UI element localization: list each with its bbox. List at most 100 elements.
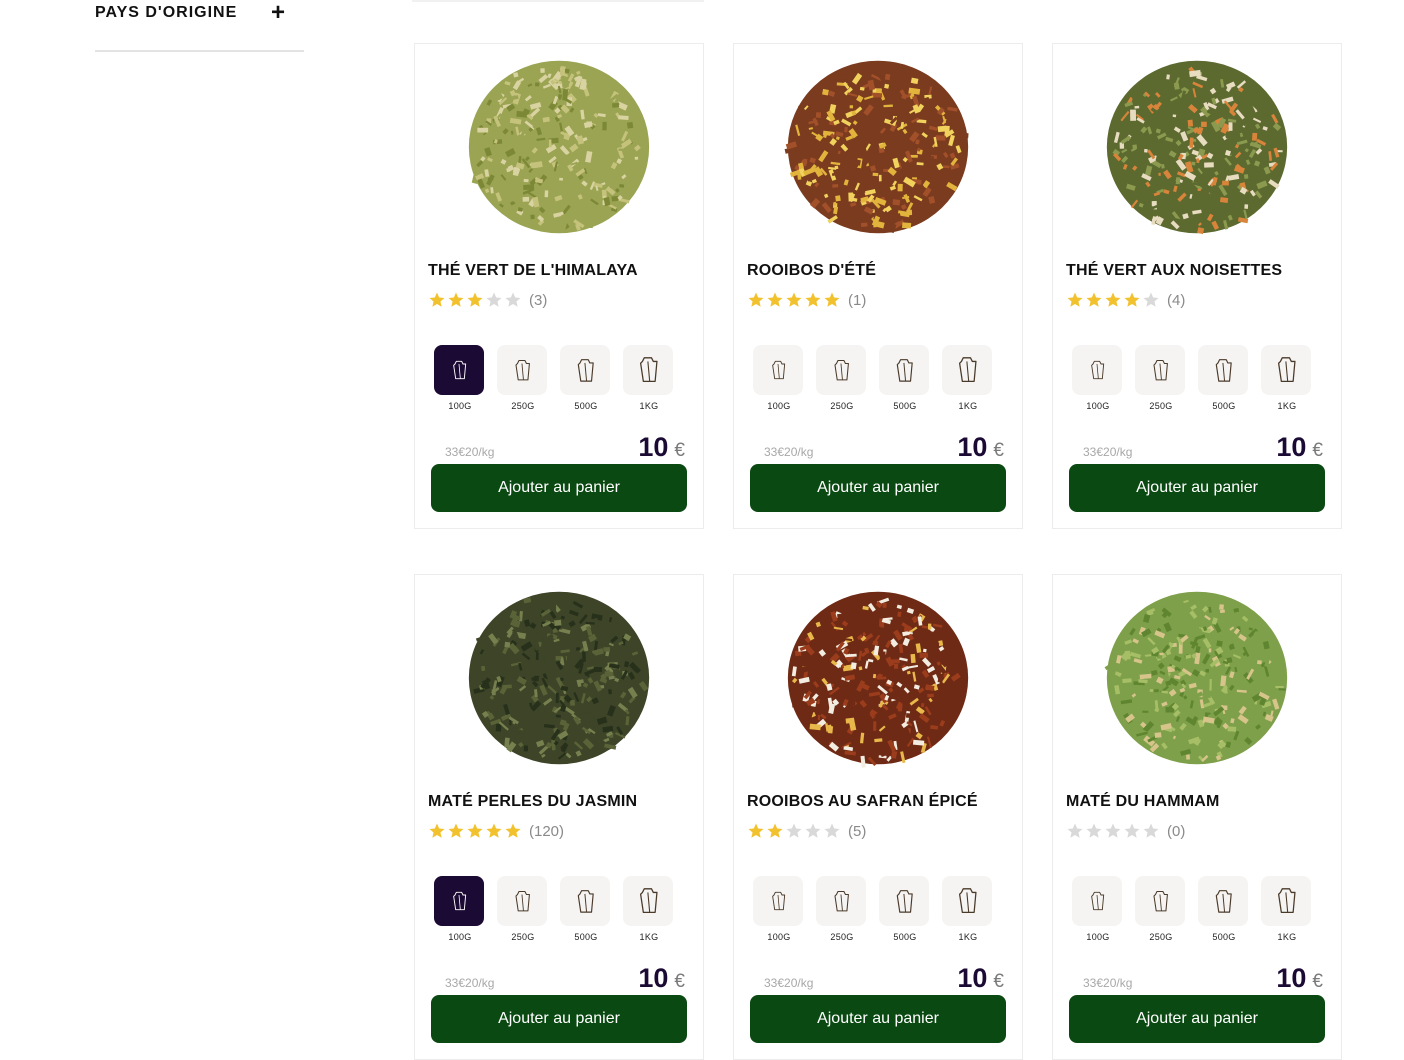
- origin-filter: PAYS D'ORIGINE +: [95, 0, 304, 52]
- product-name[interactable]: MATÉ DU HAMMAM: [1066, 793, 1341, 811]
- size-option[interactable]: 500G: [879, 345, 931, 411]
- size-option-box[interactable]: [623, 876, 673, 926]
- plus-icon[interactable]: +: [266, 1, 290, 25]
- size-option-box[interactable]: [1072, 345, 1122, 395]
- size-option[interactable]: 1KG: [942, 345, 994, 411]
- product-card: THÉ VERT DE L'HIMALAYA (3) 100G 250G 500G 1KG…: [414, 43, 704, 529]
- size-option-box[interactable]: [879, 345, 929, 395]
- product-name[interactable]: ROOIBOS D'ÉTÉ: [747, 262, 1022, 280]
- size-option-box[interactable]: [816, 345, 866, 395]
- size-option-box[interactable]: [1198, 876, 1248, 926]
- origin-filter-toggle[interactable]: PAYS D'ORIGINE +: [95, 0, 304, 26]
- size-option[interactable]: 500G: [1198, 345, 1250, 411]
- size-label: 100G: [767, 401, 791, 411]
- size-option-box[interactable]: [879, 876, 929, 926]
- price-currency: €: [993, 440, 1004, 461]
- product-name[interactable]: MATÉ PERLES DU JASMIN: [428, 793, 703, 811]
- star-icon: [805, 823, 821, 838]
- add-to-cart-button[interactable]: Ajouter au panier: [750, 995, 1006, 1043]
- tea-bag-icon: [453, 891, 467, 911]
- size-option-box[interactable]: [1072, 876, 1122, 926]
- add-to-cart-button[interactable]: Ajouter au panier: [431, 464, 687, 512]
- size-label: 1KG: [958, 401, 978, 411]
- product-name[interactable]: THÉ VERT AUX NOISETTES: [1066, 262, 1341, 280]
- size-label: 100G: [448, 932, 472, 942]
- star-icon: [805, 292, 821, 307]
- add-to-cart-button[interactable]: Ajouter au panier: [431, 995, 687, 1043]
- origin-filter-title: PAYS D'ORIGINE: [95, 4, 238, 21]
- size-label: 100G: [1086, 401, 1110, 411]
- product-image[interactable]: [734, 575, 1022, 781]
- price-row: 33€20/kg 10 €: [445, 962, 685, 994]
- size-option-box[interactable]: [753, 345, 803, 395]
- size-option-box[interactable]: [1135, 876, 1185, 926]
- size-option[interactable]: 500G: [560, 345, 612, 411]
- product-name[interactable]: ROOIBOS AU SAFRAN ÉPICÉ: [747, 793, 1022, 811]
- price-value: 10: [957, 963, 988, 993]
- size-option-box[interactable]: [434, 345, 484, 395]
- star-icon: [448, 823, 464, 838]
- product-image[interactable]: [1053, 575, 1341, 781]
- tea-leaves-image: [1106, 60, 1288, 235]
- star-icon: [824, 823, 840, 838]
- size-option-box[interactable]: [560, 345, 610, 395]
- add-to-cart-button[interactable]: Ajouter au panier: [1069, 995, 1325, 1043]
- size-option-box[interactable]: [1198, 345, 1248, 395]
- tea-bag-icon: [896, 358, 913, 382]
- product-card: THÉ VERT AUX NOISETTES (4) 100G 250G 500G 1KG…: [1052, 43, 1342, 529]
- size-option[interactable]: 100G: [434, 876, 486, 942]
- size-option[interactable]: 500G: [1198, 876, 1250, 942]
- size-option[interactable]: 500G: [560, 876, 612, 942]
- size-option[interactable]: 250G: [497, 876, 549, 942]
- size-selector: 100G 250G 500G 1KG: [434, 876, 703, 942]
- size-option[interactable]: 1KG: [1261, 345, 1313, 411]
- size-option[interactable]: 250G: [1135, 876, 1187, 942]
- star-icon: [1105, 292, 1121, 307]
- add-to-cart-button[interactable]: Ajouter au panier: [750, 464, 1006, 512]
- star-icon: [1143, 823, 1159, 838]
- size-option-box[interactable]: [753, 876, 803, 926]
- size-option[interactable]: 100G: [434, 345, 486, 411]
- size-option-box[interactable]: [1135, 345, 1185, 395]
- size-option[interactable]: 250G: [1135, 345, 1187, 411]
- size-option[interactable]: 1KG: [1261, 876, 1313, 942]
- size-option[interactable]: 100G: [753, 876, 805, 942]
- size-option-box[interactable]: [497, 345, 547, 395]
- tea-bag-icon: [772, 891, 786, 911]
- price: 10 €: [957, 432, 1004, 463]
- size-option-box[interactable]: [434, 876, 484, 926]
- size-option[interactable]: 1KG: [623, 876, 675, 942]
- size-selector: 100G 250G 500G 1KG: [434, 345, 703, 411]
- product-image[interactable]: [415, 575, 703, 781]
- tea-leaves-image: [468, 60, 650, 234]
- size-option-box[interactable]: [1261, 876, 1311, 926]
- size-option-box[interactable]: [560, 876, 610, 926]
- size-label: 1KG: [958, 932, 978, 942]
- size-option-box[interactable]: [942, 345, 992, 395]
- size-option-box[interactable]: [942, 876, 992, 926]
- size-option[interactable]: 1KG: [623, 345, 675, 411]
- size-selector: 100G 250G 500G 1KG: [753, 345, 1022, 411]
- size-option-box[interactable]: [497, 876, 547, 926]
- size-option[interactable]: 250G: [816, 876, 868, 942]
- size-label: 1KG: [1277, 401, 1297, 411]
- size-option[interactable]: 100G: [1072, 876, 1124, 942]
- star-icon: [1067, 292, 1083, 307]
- size-option[interactable]: 100G: [753, 345, 805, 411]
- size-option-box[interactable]: [1261, 345, 1311, 395]
- size-option-box[interactable]: [623, 345, 673, 395]
- product-image[interactable]: [415, 44, 703, 250]
- add-to-cart-button[interactable]: Ajouter au panier: [1069, 464, 1325, 512]
- size-option[interactable]: 1KG: [942, 876, 994, 942]
- product-rating: (3): [428, 290, 703, 310]
- product-image[interactable]: [1053, 44, 1341, 250]
- product-name[interactable]: THÉ VERT DE L'HIMALAYA: [428, 262, 703, 280]
- product-image[interactable]: [734, 44, 1022, 250]
- size-option[interactable]: 500G: [879, 876, 931, 942]
- star-icon: [505, 823, 521, 838]
- size-option-box[interactable]: [816, 876, 866, 926]
- filter-divider: [95, 50, 304, 52]
- size-option[interactable]: 250G: [497, 345, 549, 411]
- size-option[interactable]: 100G: [1072, 345, 1124, 411]
- size-option[interactable]: 250G: [816, 345, 868, 411]
